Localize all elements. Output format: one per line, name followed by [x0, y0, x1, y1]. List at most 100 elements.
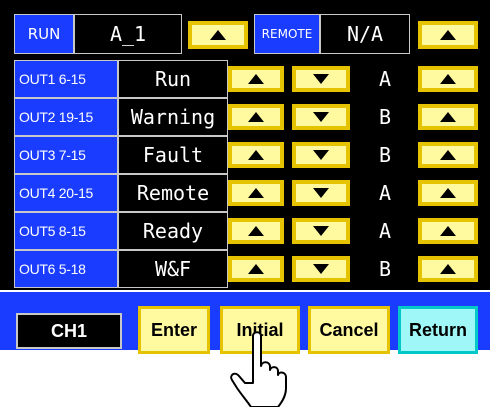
- function-up-button[interactable]: [228, 104, 284, 130]
- channel-display: CH1: [16, 313, 122, 349]
- up-arrow-icon: [210, 30, 226, 40]
- output-code: 5-18: [58, 261, 86, 277]
- program-value: A_1: [109, 22, 147, 46]
- down-arrow-icon: [313, 226, 329, 236]
- remote-up-button[interactable]: [418, 21, 478, 49]
- output-code: 20-15: [58, 185, 94, 201]
- channel-label: CH1: [50, 320, 87, 341]
- up-arrow-icon: [440, 112, 456, 122]
- up-arrow-icon: [440, 188, 456, 198]
- output-function-display: W&F: [118, 250, 228, 288]
- up-arrow-icon: [440, 150, 456, 160]
- output-mode: B: [378, 143, 392, 167]
- output-mode-display: A: [356, 60, 414, 98]
- function-down-button[interactable]: [292, 66, 350, 92]
- enter-button[interactable]: Enter: [138, 306, 210, 354]
- remote-value: N/A: [346, 22, 384, 46]
- output-id: OUT6: [19, 261, 56, 277]
- output-function: Remote: [136, 181, 210, 205]
- output-mode: A: [378, 219, 392, 243]
- output-id: OUT4: [19, 185, 56, 201]
- up-arrow-icon: [248, 226, 264, 236]
- output-label: OUT5 8-15: [14, 212, 118, 250]
- control-panel: RUN A_1 REMOTE N/A OUT1 6-15 Run A OUT2 …: [0, 0, 490, 290]
- output-function-display: Warning: [118, 98, 228, 136]
- mode-up-button[interactable]: [418, 256, 478, 282]
- function-down-button[interactable]: [292, 104, 350, 130]
- cancel-label: Cancel: [319, 319, 379, 340]
- up-arrow-icon: [440, 74, 456, 84]
- program-display: A_1: [74, 14, 182, 54]
- cancel-button[interactable]: Cancel: [308, 306, 390, 354]
- output-function-display: Fault: [118, 136, 228, 174]
- output-id: OUT3: [19, 147, 56, 163]
- down-arrow-icon: [313, 74, 329, 84]
- output-mode: B: [378, 105, 392, 129]
- output-function-display: Remote: [118, 174, 228, 212]
- output-mode-display: B: [356, 136, 414, 174]
- down-arrow-icon: [313, 112, 329, 122]
- output-id: OUT5: [19, 223, 56, 239]
- function-down-button[interactable]: [292, 218, 350, 244]
- function-up-button[interactable]: [228, 256, 284, 282]
- down-arrow-icon: [313, 188, 329, 198]
- return-button[interactable]: Return: [398, 306, 478, 354]
- mode-up-button[interactable]: [418, 218, 478, 244]
- function-down-button[interactable]: [292, 180, 350, 206]
- function-down-button[interactable]: [292, 142, 350, 168]
- remote-label-text: REMOTE: [261, 27, 313, 41]
- run-status-label: RUN: [14, 14, 74, 54]
- hand-pointer-icon: [230, 331, 287, 407]
- function-up-button[interactable]: [228, 142, 284, 168]
- function-up-button[interactable]: [228, 66, 284, 92]
- return-label: Return: [409, 319, 467, 340]
- output-function: Run: [154, 67, 192, 91]
- up-arrow-icon: [248, 74, 264, 84]
- output-code: 19-15: [58, 109, 94, 125]
- up-arrow-icon: [248, 150, 264, 160]
- output-mode-display: B: [356, 98, 414, 136]
- enter-label: Enter: [150, 319, 197, 340]
- output-function: Warning: [130, 105, 216, 129]
- up-arrow-icon: [248, 188, 264, 198]
- output-label: OUT1 6-15: [14, 60, 118, 98]
- output-mode: B: [378, 257, 392, 281]
- output-function: Ready: [142, 219, 204, 243]
- run-status-text: RUN: [27, 25, 61, 43]
- output-function: W&F: [154, 257, 192, 281]
- remote-display: N/A: [320, 14, 410, 54]
- mode-up-button[interactable]: [418, 142, 478, 168]
- output-code: 8-15: [58, 223, 86, 239]
- mode-up-button[interactable]: [418, 180, 478, 206]
- mode-up-button[interactable]: [418, 66, 478, 92]
- up-arrow-icon: [440, 30, 456, 40]
- output-mode-display: A: [356, 174, 414, 212]
- down-arrow-icon: [313, 264, 329, 274]
- output-label: OUT3 7-15: [14, 136, 118, 174]
- output-function-display: Ready: [118, 212, 228, 250]
- up-arrow-icon: [440, 226, 456, 236]
- function-up-button[interactable]: [228, 180, 284, 206]
- output-mode-display: A: [356, 212, 414, 250]
- output-mode: A: [378, 181, 392, 205]
- output-label: OUT4 20-15: [14, 174, 118, 212]
- output-code: 6-15: [58, 71, 86, 87]
- output-mode-display: B: [356, 250, 414, 288]
- output-function-display: Run: [118, 60, 228, 98]
- function-up-button[interactable]: [228, 218, 284, 244]
- output-code: 7-15: [58, 147, 86, 163]
- mode-up-button[interactable]: [418, 104, 478, 130]
- up-arrow-icon: [248, 264, 264, 274]
- function-down-button[interactable]: [292, 256, 350, 282]
- output-id: OUT1: [19, 71, 56, 87]
- program-up-button[interactable]: [188, 21, 248, 49]
- remote-label: REMOTE: [254, 14, 320, 54]
- output-label: OUT6 5-18: [14, 250, 118, 288]
- down-arrow-icon: [313, 150, 329, 160]
- output-function: Fault: [142, 143, 204, 167]
- output-id: OUT2: [19, 109, 56, 125]
- output-label: OUT2 19-15: [14, 98, 118, 136]
- output-mode: A: [378, 67, 392, 91]
- up-arrow-icon: [248, 112, 264, 122]
- up-arrow-icon: [440, 264, 456, 274]
